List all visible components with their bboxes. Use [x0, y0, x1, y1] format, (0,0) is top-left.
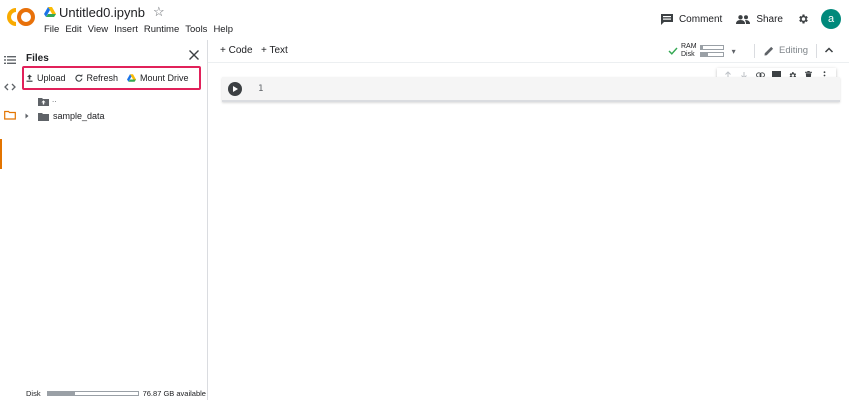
folder-up-icon: [38, 98, 49, 106]
upload-icon: [26, 74, 33, 82]
run-cell-button[interactable]: [228, 82, 242, 96]
ram-label: RAM: [681, 43, 697, 50]
disk-label: Disk: [26, 389, 41, 398]
colab-logo[interactable]: [6, 6, 36, 28]
menu-view[interactable]: View: [88, 24, 108, 35]
folder-row-sample-data[interactable]: sample_data: [24, 110, 105, 122]
people-icon: [736, 14, 751, 24]
drive-icon: [44, 7, 56, 17]
refresh-button[interactable]: Refresh: [74, 73, 119, 83]
add-code-button[interactable]: + Code: [220, 45, 253, 56]
disk-usage: Disk 76.87 GB available: [26, 389, 206, 398]
disk-usage-bar: [46, 391, 139, 396]
folder-name: sample_data: [53, 111, 105, 121]
editing-mode-button[interactable]: Editing: [764, 45, 808, 56]
header: Untitled0.ipynb ☆ File Edit View Insert …: [0, 0, 849, 40]
menu-help[interactable]: Help: [213, 24, 233, 35]
resource-labels: RAM Disk: [681, 43, 697, 59]
refresh-icon: [74, 74, 82, 82]
account-avatar[interactable]: a: [821, 9, 841, 29]
files-panel: Files Upload Refresh Mount Drive .. samp…: [18, 40, 208, 400]
google-drive-icon: [127, 74, 137, 82]
comment-button[interactable]: Comment: [660, 13, 723, 25]
left-rail: [0, 40, 18, 400]
star-icon[interactable]: ☆: [153, 4, 165, 20]
folder-icon[interactable]: [4, 109, 16, 121]
disk-label: Disk: [681, 51, 695, 58]
ram-bar: [699, 45, 724, 50]
chevron-right-icon[interactable]: [24, 113, 30, 119]
chevron-up-icon[interactable]: [824, 45, 834, 55]
code-cell[interactable]: 1: [222, 77, 840, 102]
disk-available-text: 76.87 GB available: [142, 389, 206, 398]
comment-label: Comment: [678, 13, 723, 25]
toolbar-divider: [208, 62, 849, 63]
header-actions: Comment Share a: [660, 8, 841, 30]
line-number: 1: [258, 84, 264, 94]
settings-gear-icon[interactable]: [797, 13, 809, 25]
menubar: File Edit View Insert Runtime Tools Help: [44, 24, 239, 35]
editing-label: Editing: [779, 45, 809, 56]
upload-label: Upload: [37, 73, 66, 83]
mount-drive-button[interactable]: Mount Drive: [127, 73, 189, 83]
active-indicator: [0, 139, 2, 169]
divider: [816, 44, 817, 58]
disk-usage-fill: [47, 392, 75, 395]
menu-file[interactable]: File: [44, 24, 59, 35]
notebook-title[interactable]: Untitled0.ipynb: [59, 5, 145, 20]
menu-runtime[interactable]: Runtime: [144, 24, 179, 35]
mount-drive-label: Mount Drive: [140, 73, 189, 83]
pencil-icon: [764, 46, 774, 55]
ram-fill: [700, 46, 703, 49]
table-of-contents-icon[interactable]: [4, 54, 16, 66]
menu-tools[interactable]: Tools: [185, 24, 207, 35]
parent-directory-label: ..: [52, 95, 57, 104]
disk-bar: [699, 52, 724, 57]
resources-dropdown-icon[interactable]: ▾: [732, 47, 736, 56]
menu-insert[interactable]: Insert: [114, 24, 138, 35]
parent-directory-item[interactable]: ..: [38, 95, 57, 106]
close-icon[interactable]: [188, 49, 200, 61]
files-toolbar: Upload Refresh Mount Drive: [26, 71, 198, 85]
checkmark-icon: [668, 47, 678, 55]
comment-icon: [660, 13, 673, 25]
add-text-button[interactable]: + Text: [261, 45, 288, 56]
code-snippets-icon[interactable]: [4, 81, 16, 93]
refresh-label: Refresh: [86, 73, 119, 83]
notebook-toolbar: + Code + Text RAM Disk ▾ Editing: [208, 40, 849, 62]
resource-bars: [699, 45, 724, 57]
folder-icon: [38, 112, 49, 121]
share-button[interactable]: Share: [736, 14, 783, 25]
menu-edit[interactable]: Edit: [65, 24, 81, 35]
upload-button[interactable]: Upload: [26, 73, 66, 83]
title-area: Untitled0.ipynb ☆ File Edit View Insert …: [44, 4, 239, 35]
divider: [754, 44, 755, 58]
disk-fill: [700, 53, 709, 56]
share-label: Share: [756, 13, 783, 25]
files-panel-title: Files: [26, 53, 49, 64]
resources-indicator[interactable]: RAM Disk ▾: [668, 43, 736, 59]
